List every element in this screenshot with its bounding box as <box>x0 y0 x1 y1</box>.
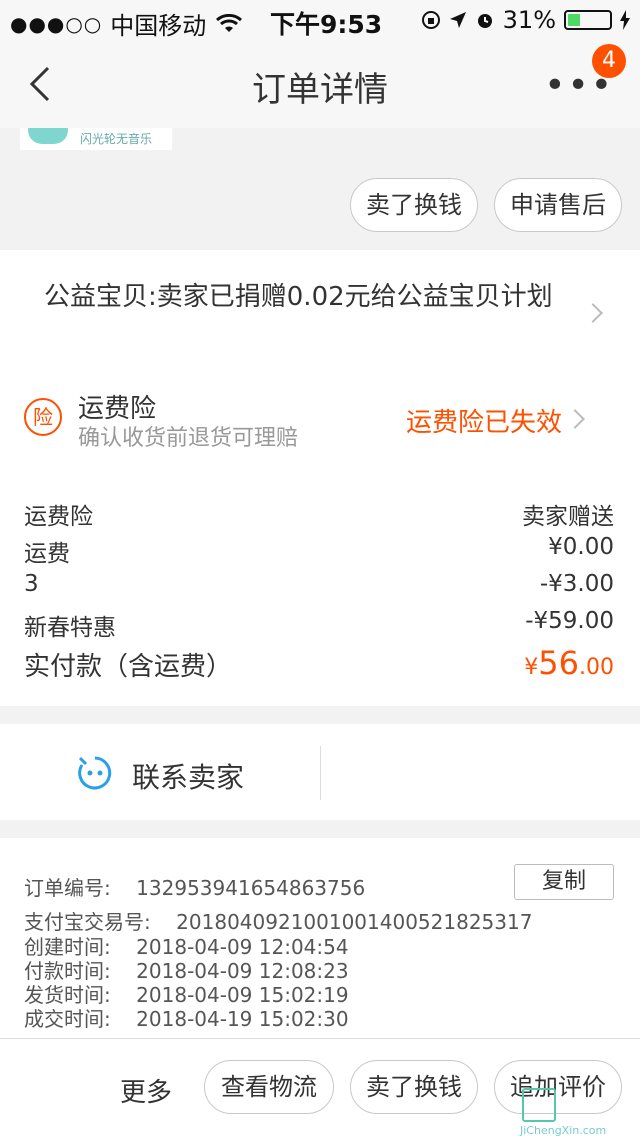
chevron-right-icon <box>583 303 603 323</box>
insurance-status-link[interactable]: 运费险已失效 <box>406 402 562 439</box>
location-icon <box>449 12 466 28</box>
status-bar: ●●●○○ 中国移动 下午9:53 31% <box>0 0 640 40</box>
more-menu-icon[interactable]: ••• <box>544 68 614 104</box>
total-label: 实付款（含运费） <box>24 652 233 682</box>
fee-label: 3 <box>24 571 39 597</box>
chat-face-icon <box>78 756 112 790</box>
sell-exchange-bottom-button[interactable]: 卖了换钱 <box>350 1060 478 1114</box>
watermark-text: JiChengXin.com <box>520 1124 607 1136</box>
divider <box>320 746 321 800</box>
wifi-icon <box>216 13 243 32</box>
view-logistics-button[interactable]: 查看物流 <box>204 1060 334 1114</box>
sell-exchange-button[interactable]: 卖了换钱 <box>350 178 478 232</box>
status-time: 下午9:53 <box>270 10 383 39</box>
fee-value: 卖家赠送 <box>522 504 614 530</box>
after-sale-button[interactable]: 申请售后 <box>494 178 622 232</box>
insurance-subtitle: 确认收货前退货可理赔 <box>78 426 299 451</box>
total-currency: ¥ <box>524 655 539 680</box>
product-thumb-text: 闪光轮无音乐 <box>80 132 153 146</box>
fee-label: 运费险 <box>24 504 93 530</box>
total-integer: 56 <box>538 644 579 682</box>
alarm-icon <box>477 14 492 28</box>
completed-time: 成交时间: 2018-04-19 15:02:30 <box>24 1007 349 1031</box>
product-thumbnail[interactable]: 闪光轮无音乐 <box>20 128 172 150</box>
notification-badge: 4 <box>592 44 626 78</box>
more-button[interactable]: 更多 <box>120 1072 172 1109</box>
nav-bar: 订单详情 ••• 4 <box>0 40 640 128</box>
rotation-lock-icon <box>421 11 440 29</box>
copy-button[interactable]: 复制 <box>514 864 614 900</box>
charity-notice[interactable]: 公益宝贝:卖家已捐赠0.02元给公益宝贝计划 <box>44 280 574 314</box>
battery-icon <box>564 10 612 30</box>
status-left: ●●●○○ 中国移动 <box>10 6 243 41</box>
fee-value: -¥59.00 <box>525 608 614 634</box>
total-decimal: .00 <box>579 655 614 680</box>
order-number: 订单编号: 132953941654863756 <box>24 876 366 900</box>
charging-icon <box>620 10 630 30</box>
contact-seller-button[interactable]: 联系卖家 <box>132 756 244 796</box>
fee-value: -¥3.00 <box>539 571 614 597</box>
insurance-icon: 险 <box>24 398 62 436</box>
fee-value: ¥0.00 <box>548 534 614 560</box>
carrier-label: 中国移动 <box>110 12 207 40</box>
fee-label: 新春特惠 <box>24 615 116 641</box>
status-right: 31% <box>421 6 630 34</box>
fee-label: 运费 <box>24 541 70 567</box>
total-amount: ¥56.00 <box>524 644 614 682</box>
product-image <box>28 128 68 144</box>
signal-icon: ●●●○○ <box>10 11 103 36</box>
watermark-logo <box>522 1088 556 1122</box>
battery-level <box>568 14 580 26</box>
add-review-button[interactable]: 追加评价 <box>494 1060 622 1114</box>
battery-percent: 31% <box>502 6 556 34</box>
